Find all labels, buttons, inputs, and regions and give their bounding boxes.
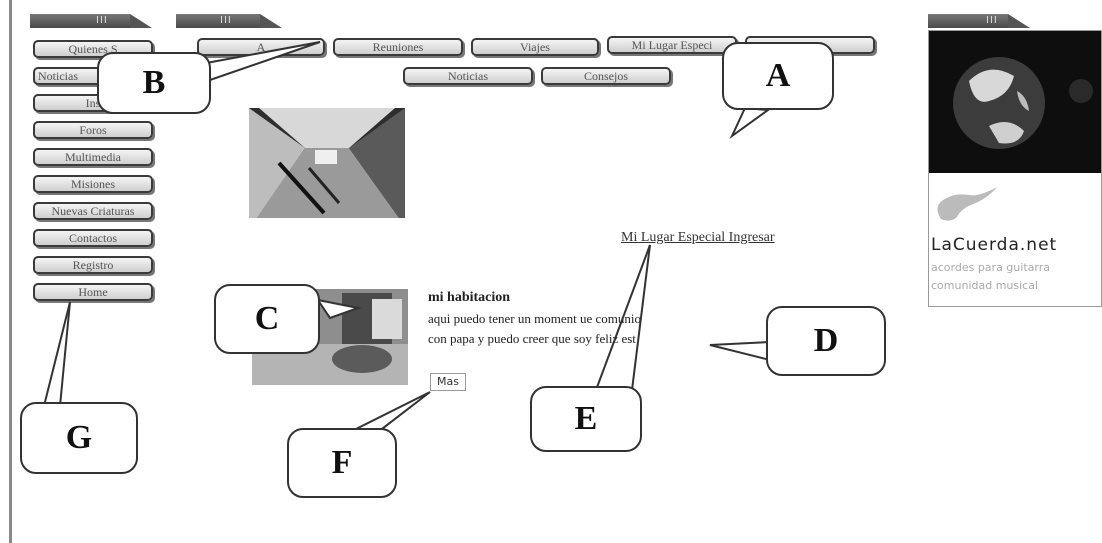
callout-g-label: G bbox=[65, 419, 93, 456]
callout-f: F bbox=[287, 428, 397, 498]
callout-a-label: A bbox=[765, 57, 791, 94]
callout-b: B bbox=[97, 52, 211, 114]
callout-f-label: F bbox=[331, 444, 353, 481]
callout-e: E bbox=[530, 386, 642, 452]
callout-d-label: D bbox=[813, 322, 839, 359]
callout-g: G bbox=[20, 402, 138, 474]
callout-d: D bbox=[766, 306, 886, 376]
callout-a: A bbox=[722, 42, 834, 110]
callout-c: C bbox=[214, 284, 320, 354]
callout-b-label: B bbox=[142, 64, 166, 101]
callout-c-label: C bbox=[254, 300, 280, 337]
callout-e-label: E bbox=[574, 400, 598, 437]
